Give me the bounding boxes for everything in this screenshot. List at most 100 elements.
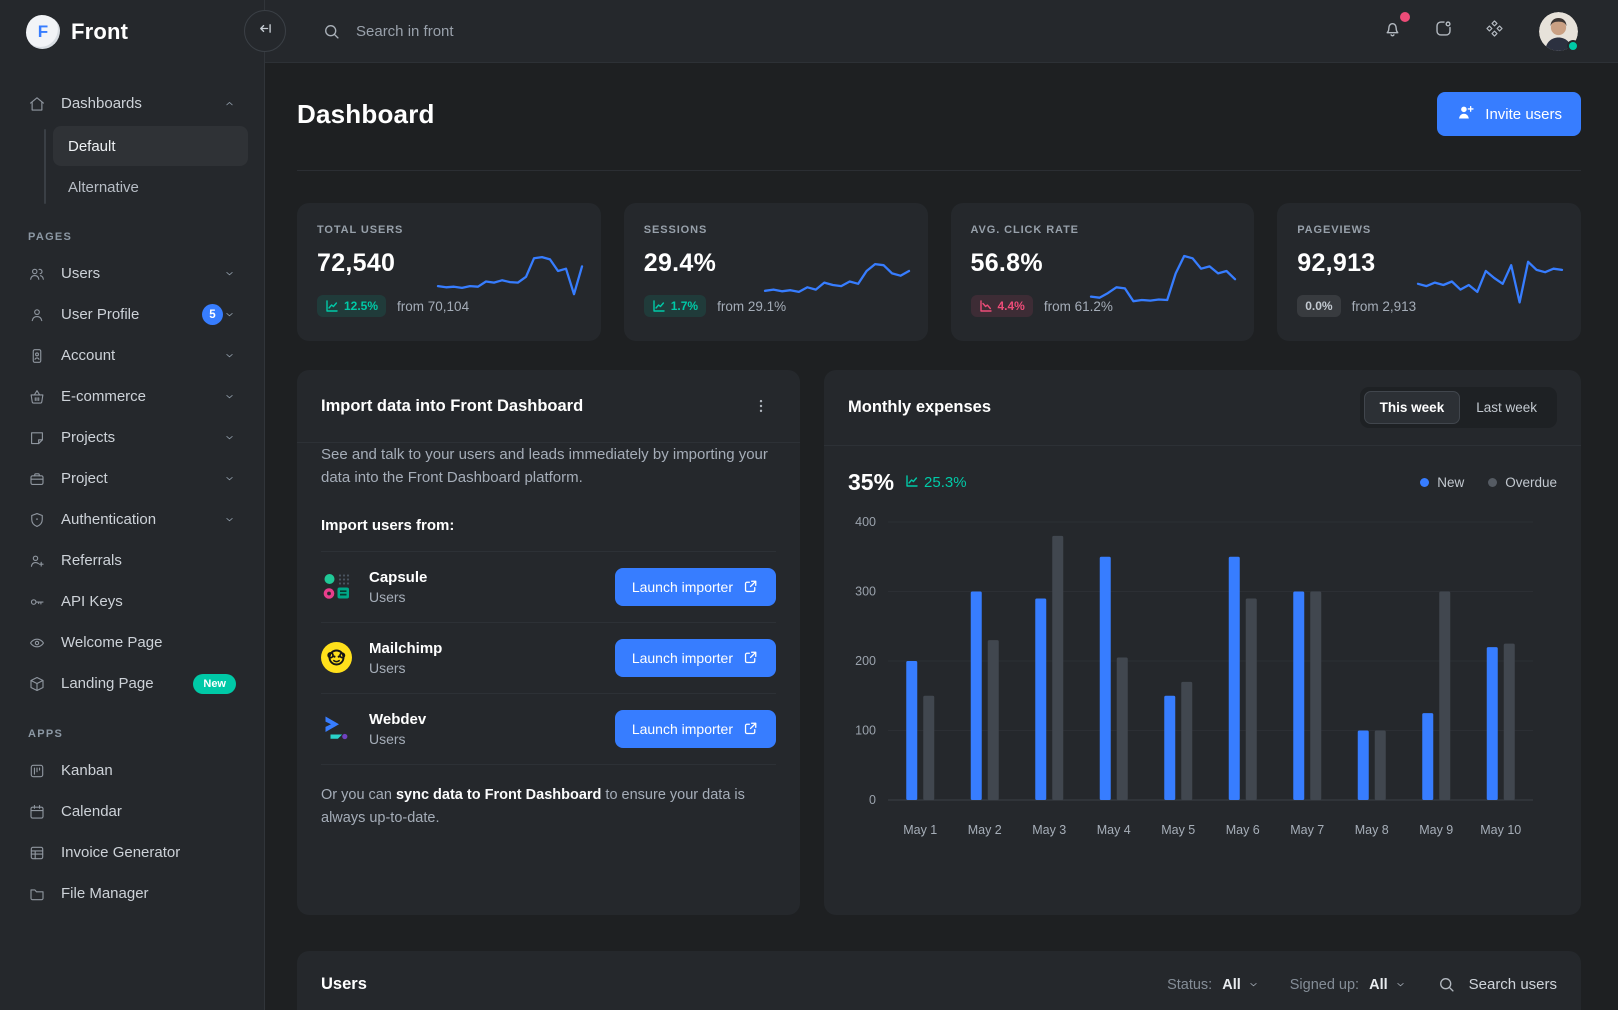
external-link-icon [742,720,759,737]
launch-importer-button-mailchimp[interactable]: Launch importer [615,639,776,677]
chevron-down-icon [1394,978,1407,991]
sidebar-item-label: Invoice Generator [61,844,236,861]
sidebar-item-invoice-generator[interactable]: Invoice Generator [16,832,248,873]
users-filters: Status: All Signed up: All Search users [1167,975,1557,994]
sparkline-chart [435,243,585,311]
stat-card-sessions: SESSIONS29.4%1.7%from 29.1% [624,203,928,341]
brand-logo-icon: F [26,15,60,49]
activity-icon [1433,18,1454,44]
sidebar-item-label: Calendar [61,803,236,820]
sidebar-item-calendar[interactable]: Calendar [16,791,248,832]
launch-importer-button-capsule[interactable]: Launch importer [615,568,776,606]
sidebar-item-referrals[interactable]: Referrals [16,540,248,581]
sidebar-item-label: Dashboards [61,95,223,112]
svg-text:May 2: May 2 [968,823,1002,837]
svg-text:May 3: May 3 [1032,823,1066,837]
svg-text:May 10: May 10 [1480,823,1521,837]
sidebar-item-label: Landing Page [61,675,183,692]
invite-users-button[interactable]: Invite users [1437,92,1581,136]
expenses-chart-area: 0100200300400May 1May 2May 3May 4May 5Ma… [824,500,1581,861]
app: F Front Dashboards DefaultAlternative PAGE… [0,0,1618,1010]
sidebar-subitem-default[interactable]: Default [53,126,248,166]
global-search-input[interactable]: Search in front [322,22,1382,41]
sidebar-item-label: Kanban [61,762,236,779]
sidebar-item-label: E-commerce [61,388,223,405]
tab-this-week[interactable]: This week [1364,391,1461,424]
chevron-down-icon [1247,978,1260,991]
svg-text:400: 400 [855,515,876,529]
users-table-card: Users Status: All Signed up: All Search [297,951,1581,1010]
stat-card-total-users: TOTAL USERS72,54012.5%from 70,104 [297,203,601,341]
users-icon [28,265,46,283]
expenses-card-header: Monthly expenses This week Last week [824,370,1581,446]
sidebar-item-kanban[interactable]: Kanban [16,750,248,791]
legend-item-new[interactable]: New [1420,475,1464,490]
widgets-row: Import data into Front Dashboard See and… [297,370,1581,915]
sidebar-item-dashboards[interactable]: Dashboards [16,83,248,124]
sidebar-collapse-button[interactable] [244,10,286,52]
svg-text:100: 100 [855,724,876,738]
apps-launcher-button[interactable] [1484,18,1505,44]
calendar-icon [28,803,46,821]
sidebar-item-users[interactable]: Users [16,253,248,294]
sidebar-subitem-alternative[interactable]: Alternative [53,167,248,207]
sidebar-item-label: Users [61,265,223,282]
chevron-down-icon [223,472,236,485]
import-card-body: See and talk to your users and leads imm… [297,443,800,831]
eye-icon [28,634,46,652]
brand[interactable]: F Front [0,0,264,63]
sidebar-item-api-keys[interactable]: API Keys [16,581,248,622]
sidebar-item-authentication[interactable]: Authentication [16,499,248,540]
change-badge: 1.7% [644,295,706,317]
user-avatar[interactable] [1539,12,1578,51]
monthly-expenses-card: Monthly expenses This week Last week 35%… [824,370,1581,915]
sidebar: F Front Dashboards DefaultAlternative PAGE… [0,0,265,1010]
stats-row: TOTAL USERS72,54012.5%from 70,104SESSION… [297,203,1581,341]
sidebar-item-landing-page[interactable]: Landing Page New [16,663,248,704]
sidebar-item-file-manager[interactable]: File Manager [16,873,248,914]
source-type: Users [369,660,442,676]
online-status-dot [1567,40,1579,52]
sidebar-nav: Dashboards DefaultAlternative PAGES Users Us… [0,63,264,1010]
svg-text:May 1: May 1 [903,823,937,837]
legend-item-overdue[interactable]: Overdue [1488,475,1557,490]
tab-last-week[interactable]: Last week [1460,391,1553,424]
header-divider [297,170,1581,171]
top-navbar: Search in front [265,0,1618,63]
status-filter-label: Status: [1167,977,1212,993]
sidebar-item-label: Authentication [61,511,223,528]
briefcase-icon [28,470,46,488]
signedup-filter-dropdown[interactable]: Signed up: All [1290,977,1407,993]
svg-text:May 9: May 9 [1419,823,1453,837]
chevron-down-icon [223,267,236,280]
mailchimp-logo-icon [321,642,352,673]
card-menu-button[interactable] [746,395,776,417]
status-filter-dropdown[interactable]: Status: All [1167,977,1260,993]
launch-importer-label: Launch importer [632,579,733,595]
sidebar-item-user-profile[interactable]: User Profile5 [16,294,248,335]
page-title: Dashboard [297,99,435,130]
users-search-placeholder: Search users [1469,976,1557,993]
stat-label: PAGEVIEWS [1297,224,1561,236]
sidebar-item-label: Account [61,347,223,364]
source-name: Mailchimp [369,640,442,657]
sidebar-section-header-pages: PAGES [28,231,236,243]
legend-dot-new [1420,478,1429,487]
sidebar-item-projects[interactable]: Projects [16,417,248,458]
activity-button[interactable] [1433,18,1454,44]
svg-text:300: 300 [855,585,876,599]
sidebar-item-welcome-page[interactable]: Welcome Page [16,622,248,663]
sidebar-item-project[interactable]: Project [16,458,248,499]
svg-text:200: 200 [855,654,876,668]
users-search-input[interactable]: Search users [1437,975,1557,994]
notifications-button[interactable] [1382,18,1403,44]
package-icon [28,675,46,693]
page-content: Dashboard Invite users TOTAL USERS72,540… [265,63,1618,1010]
expenses-delta: 25.3% [905,474,967,492]
sidebar-item-account[interactable]: Account [16,335,248,376]
sidebar-item-e-commerce[interactable]: E-commerce [16,376,248,417]
invite-user-icon [1456,103,1475,126]
new-badge: New [193,674,236,694]
sidebar-item-label: File Manager [61,885,236,902]
launch-importer-button-webdev[interactable]: Launch importer [615,710,776,748]
